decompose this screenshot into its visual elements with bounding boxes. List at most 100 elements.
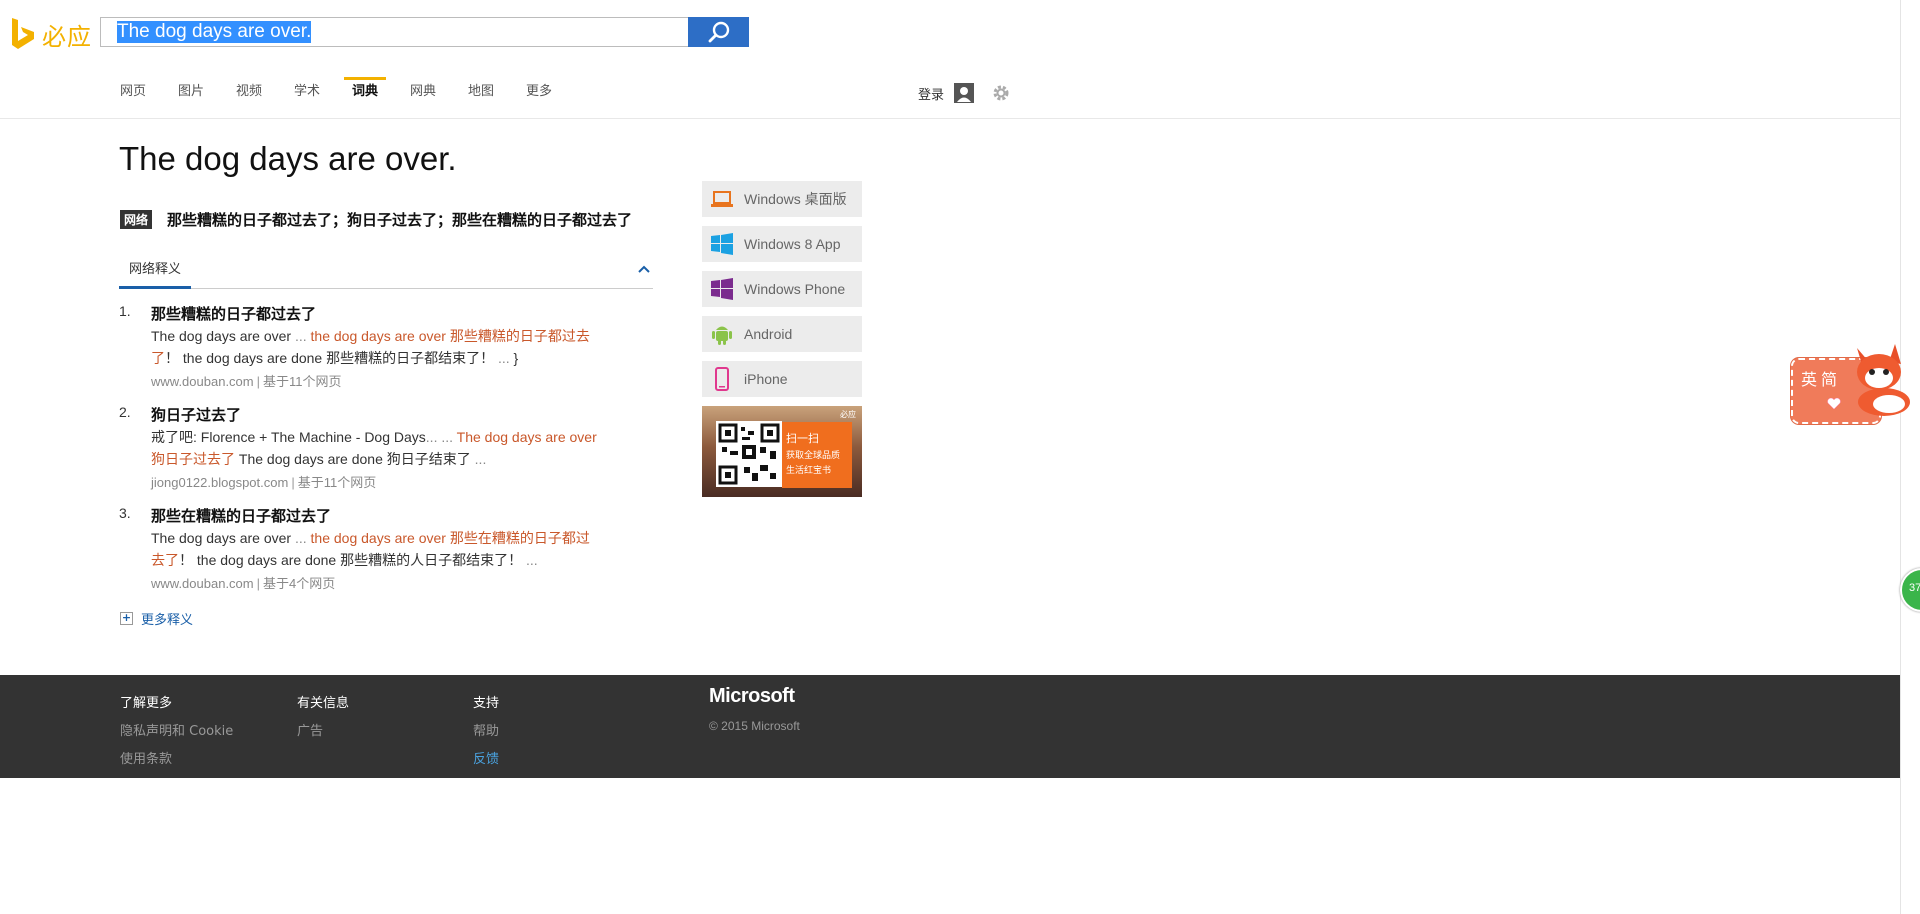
definition-tabbar: 网络释义 <box>119 258 653 289</box>
example-highlight: 去了 <box>151 552 179 568</box>
nav-item-web[interactable]: 网页 <box>120 78 178 118</box>
search-input[interactable] <box>101 18 677 46</box>
app-label: Windows 8 App <box>744 236 841 252</box>
source-count: 基于11个网页 <box>263 374 342 389</box>
app-button-iphone[interactable]: iPhone <box>702 361 862 397</box>
more-definitions-label: 更多释义 <box>141 613 194 628</box>
footer-column-support: 支持 帮助 反馈 <box>473 692 499 776</box>
header: 必应 网页 图片 视频 学术 词典 网典 地图 更多 登录 <box>0 0 1900 119</box>
bing-logo[interactable]: 必应 <box>10 16 92 52</box>
definition-source: jiong0122.blogspot.com | 基于11个网页 <box>151 475 377 490</box>
nav-item-dictionary[interactable]: 词典 <box>344 77 410 118</box>
net-badge: 网络 <box>120 210 153 229</box>
footer-heading: 支持 <box>473 696 500 711</box>
promo-logo: 必应 <box>840 410 856 419</box>
net-translation-row: 网络 那些糟糕的日子都过去了；狗日子过去了；那些在糟糕的日子都过去了 <box>120 209 632 230</box>
example-text: ！ the dog days are done 那些糟糕的人日子都结束了！ <box>179 552 526 568</box>
tab-web-definitions[interactable]: 网络释义 <box>119 258 191 289</box>
nav-item-videos[interactable]: 视频 <box>236 78 294 118</box>
nav-item-academic[interactable]: 学术 <box>294 78 352 118</box>
footer: 了解更多 隐私声明和 Cookie 使用条款 有关信息 广告 支持 帮助 反馈 … <box>0 675 1900 778</box>
user-avatar-icon[interactable] <box>954 83 975 103</box>
nav-item-images[interactable]: 图片 <box>178 78 236 118</box>
app-label: Windows Phone <box>744 281 846 297</box>
promo-text: 生活红宝书 <box>786 466 832 476</box>
example-text: 戒了吧: Florence + The Machine - Dog Days <box>151 429 426 445</box>
ellipsis: ... <box>498 350 510 366</box>
footer-heading: 有关信息 <box>297 696 350 711</box>
definition-example: The dog days are over ... the dog days a… <box>151 328 590 366</box>
bing-logo-icon <box>12 18 34 49</box>
translate-widget-label: 英简 <box>1801 370 1842 389</box>
app-label: iPhone <box>744 371 788 387</box>
example-text: The dog days are done 狗日子结束了 <box>235 451 475 467</box>
qr-promo-banner[interactable]: 扫一扫 获取全球品质 生活红宝书 必应 <box>702 406 862 497</box>
footer-link-help[interactable]: 帮助 <box>473 720 499 748</box>
definition-example: 戒了吧: Florence + The Machine - Dog Days..… <box>151 426 621 470</box>
app-button-android[interactable]: Android <box>702 316 862 352</box>
app-download-panel: Windows 桌面版 Windows 8 App Windows Phone … <box>702 181 862 497</box>
search-button[interactable] <box>688 17 749 47</box>
plus-icon: + <box>120 611 133 625</box>
example-highlight: 狗日子过去了 <box>151 451 235 467</box>
windows-icon <box>710 277 734 301</box>
search-box <box>100 17 690 47</box>
nav-item-webdict[interactable]: 网典 <box>410 78 468 118</box>
definition-headword: 那些糟糕的日子都过去了 <box>151 305 317 323</box>
android-icon <box>710 322 734 346</box>
example-text: ！ the dog days are done 那些糟糕的日子都结束了！ <box>165 350 498 366</box>
nav-item-more[interactable]: 更多 <box>526 78 584 118</box>
net-translation: 那些糟糕的日子都过去了；狗日子过去了；那些在糟糕的日子都过去了 <box>167 211 633 229</box>
source-link[interactable]: jiong0122.blogspot.com <box>151 475 288 490</box>
chevron-up-icon[interactable] <box>637 264 651 274</box>
login-area: 登录 <box>918 83 1010 103</box>
login-link[interactable]: 登录 <box>918 84 944 103</box>
example-highlight: 了 <box>151 350 165 366</box>
footer-link-privacy[interactable]: 隐私声明和 Cookie <box>120 720 233 748</box>
ellipsis: ... ... <box>425 429 454 445</box>
app-button-windows-phone[interactable]: Windows Phone <box>702 271 862 307</box>
definition-number: 2. <box>119 404 131 420</box>
windows-icon <box>710 232 734 256</box>
bing-logo-text: 必应 <box>42 22 92 51</box>
source-link[interactable]: www.douban.com <box>151 374 254 389</box>
ellipsis: ... <box>526 552 538 568</box>
ellipsis: ... <box>294 328 307 344</box>
footer-link-terms[interactable]: 使用条款 <box>120 748 233 776</box>
source-link[interactable]: www.douban.com <box>151 576 254 591</box>
translate-widget[interactable]: 英简 <box>1791 340 1920 425</box>
notification-badge[interactable]: 37 <box>1900 568 1920 612</box>
fox-mascot-icon <box>1857 344 1910 416</box>
example-highlight: the dog days are over 那些在糟糕的日子都过 <box>306 530 590 546</box>
copyright: © 2015 Microsoft <box>709 719 800 733</box>
definition-headword: 那些在糟糕的日子都过去了 <box>151 507 332 525</box>
definition-number: 1. <box>119 303 131 319</box>
source-count: 基于11个网页 <box>297 475 377 490</box>
heart-icon <box>1827 398 1841 410</box>
nav-bar: 网页 图片 视频 学术 词典 网典 地图 更多 <box>120 77 584 118</box>
iphone-icon <box>710 367 734 391</box>
example-text: The dog days are over <box>151 530 295 546</box>
example-highlight: the dog days are over 那些糟糕的日子都过去 <box>306 328 590 344</box>
footer-link-ads[interactable]: 广告 <box>297 720 349 748</box>
query-title: The dog days are over. <box>119 140 457 177</box>
definition-source: www.douban.com | 基于11个网页 <box>151 374 342 389</box>
app-label: Windows 桌面版 <box>744 191 847 207</box>
more-definitions-button[interactable]: + 更多释义 <box>120 609 193 628</box>
example-text: The dog days are over <box>151 328 295 344</box>
example-highlight: The dog days are over <box>453 429 597 445</box>
app-button-windows8[interactable]: Windows 8 App <box>702 226 862 262</box>
gear-icon[interactable] <box>992 84 1010 102</box>
search-icon <box>708 21 729 43</box>
microsoft-logo: Microsoft <box>709 685 795 707</box>
laptop-icon <box>710 187 734 211</box>
definition-source: www.douban.com | 基于4个网页 <box>151 576 336 591</box>
promo-text: 扫一扫 <box>786 432 819 445</box>
ellipsis: ... <box>294 530 307 546</box>
ellipsis: ... <box>474 451 487 467</box>
footer-link-feedback[interactable]: 反馈 <box>473 748 499 776</box>
app-button-windows-desktop[interactable]: Windows 桌面版 <box>702 181 862 217</box>
notification-count: 37 <box>1909 582 1920 594</box>
nav-item-maps[interactable]: 地图 <box>468 78 526 118</box>
promo-text: 获取全球品质 <box>786 451 841 461</box>
